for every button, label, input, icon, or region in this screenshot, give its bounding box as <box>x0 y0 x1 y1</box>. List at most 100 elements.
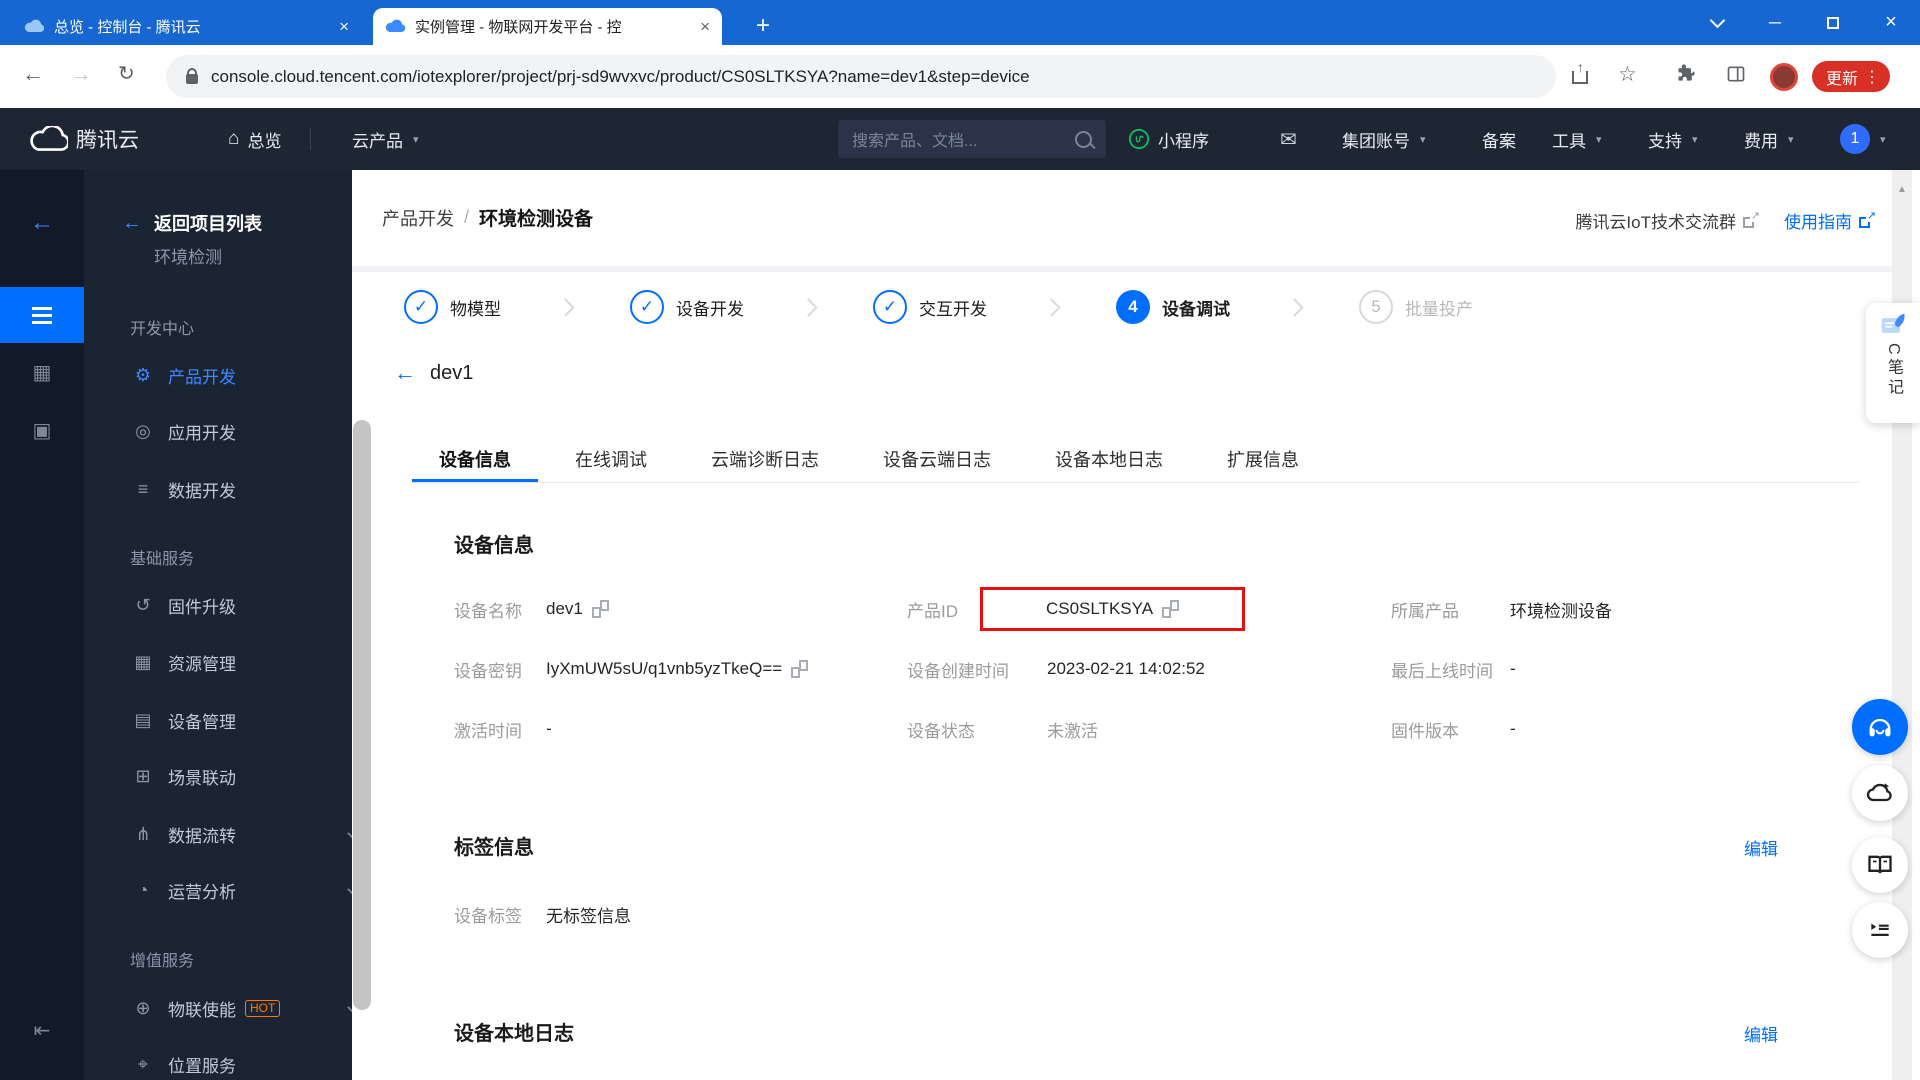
mail-icon: ✉ <box>1280 128 1297 151</box>
minimize-icon[interactable]: ─ <box>1746 0 1804 45</box>
tab-cloud-diagnosis-log[interactable]: 云端诊断日志 <box>684 438 846 482</box>
sidebar-item-device-mgmt[interactable]: ▤ 设备管理 <box>84 707 398 733</box>
reload-icon[interactable]: ↻ <box>118 61 135 86</box>
support-button[interactable] <box>1852 699 1908 755</box>
breadcrumb-parent[interactable]: 产品开发 <box>382 205 454 231</box>
copy-icon[interactable] <box>791 660 809 678</box>
guide-link[interactable]: 使用指南 <box>1784 208 1876 233</box>
changelog-button[interactable] <box>1852 902 1908 958</box>
copy-icon[interactable] <box>591 600 609 618</box>
tab-device-info[interactable]: 设备信息 <box>412 438 538 482</box>
account-avatar[interactable]: 1 ▾ <box>1840 108 1886 170</box>
new-tab-button[interactable]: + <box>748 11 778 41</box>
item-label: 位置服务 <box>168 1056 236 1076</box>
step-label: 设备调试 <box>1162 299 1230 319</box>
sidebar-item-data-dev[interactable]: ≡ 数据开发 <box>84 476 398 502</box>
step-batch-production[interactable]: 5 批量投产 <box>1359 290 1473 324</box>
note-widget[interactable]: C笔记 <box>1866 303 1920 423</box>
back-arrow-icon[interactable]: ← <box>394 360 416 386</box>
sidebar-item-ops[interactable]: ◔ 运营分析 <box>84 877 398 903</box>
field-value: IyXmUW5sU/q1vnb5yzTkeQ== <box>546 659 783 678</box>
scrollbar-up-arrow[interactable]: ▲ <box>1892 184 1912 195</box>
console-top-nav: 腾讯云 ⌂ 总览 云产品 ▾ 搜索产品、文档... 小程序 ✉ 集团账号 ▾ 备… <box>0 108 1920 170</box>
update-button[interactable]: 更新 ⋮ <box>1812 61 1891 92</box>
update-label: 更新 <box>1826 70 1859 88</box>
maximize-icon[interactable] <box>1804 0 1862 45</box>
nav-group-account[interactable]: 集团账号 ▾ <box>1342 108 1426 170</box>
project-sidebar: ← 返回项目列表 环境检测 开发中心 ⚙ 产品开发 ◎ 应用开发 ≡ 数据开发 基础服… <box>84 170 360 1080</box>
nav-icp[interactable]: 备案 <box>1482 108 1516 170</box>
step-data-model[interactable]: ✓ 物模型 <box>404 290 501 324</box>
back-icon[interactable]: ← <box>22 61 44 87</box>
sidebar-item-location[interactable]: ⌖ 位置服务 <box>84 1051 398 1077</box>
rail-item-menu-active[interactable] <box>0 287 84 343</box>
cloud-notification-button[interactable] <box>1852 765 1908 821</box>
community-link[interactable]: 腾讯云IoT技术交流群 <box>1575 208 1760 233</box>
browser-tab-overview[interactable]: 总览 - 控制台 - 腾讯云 × <box>12 8 361 45</box>
note-widget-label: C笔记 <box>1885 343 1902 399</box>
globe-icon: ⊕ <box>135 997 151 1018</box>
device-title-row: ← dev1 <box>394 360 473 386</box>
sidebar-item-scene[interactable]: ⊞ 场景联动 <box>84 763 398 789</box>
tencent-cloud-logo[interactable]: 腾讯云 <box>30 108 139 170</box>
address-bar[interactable]: console.cloud.tencent.com/iotexplorer/pr… <box>166 55 1556 98</box>
sidebar-item-app-dev[interactable]: ◎ 应用开发 <box>84 418 398 444</box>
rail-back-arrow-icon[interactable]: ← <box>0 209 84 236</box>
tag-edit-link[interactable]: 编辑 <box>1744 837 1778 863</box>
local-log-edit-link[interactable]: 编辑 <box>1744 1023 1778 1049</box>
nav-billing[interactable]: 费用 ▾ <box>1744 108 1794 170</box>
scene-link-icon: ⊞ <box>135 765 151 786</box>
tab-extended-info[interactable]: 扩展信息 <box>1200 438 1326 482</box>
browser-menu-dots-icon[interactable]: ⋮ <box>1864 67 1880 87</box>
search-input[interactable]: 搜索产品、文档... <box>838 120 1106 158</box>
close-icon[interactable]: × <box>1862 0 1920 45</box>
open-book-icon <box>1868 855 1892 874</box>
step-device-dev[interactable]: ✓ 设备开发 <box>630 290 744 324</box>
nav-mini-program[interactable]: 小程序 <box>1128 108 1209 170</box>
tab-online-debug[interactable]: 在线调试 <box>548 438 674 482</box>
extensions-puzzle-icon[interactable] <box>1676 64 1696 84</box>
field-device-status: 设备状态 未激活 <box>907 717 1391 742</box>
sidebar-item-product-dev[interactable]: ⚙ 产品开发 <box>84 362 398 388</box>
docs-button[interactable] <box>1852 837 1908 893</box>
side-panel-icon[interactable] <box>1726 64 1746 84</box>
nav-tools[interactable]: 工具 ▾ <box>1552 108 1602 170</box>
browser-tab-instance[interactable]: 实例管理 - 物联网开发平台 - 控 × <box>373 8 722 45</box>
tab-close-icon[interactable]: × <box>700 18 710 35</box>
rail-panel-icon[interactable]: ▣ <box>0 417 84 443</box>
nav-mail[interactable]: ✉ <box>1280 108 1297 170</box>
url-text[interactable]: console.cloud.tencent.com/iotexplorer/pr… <box>211 67 1030 87</box>
sidebar-item-data-flow[interactable]: ⋔ 数据流转 <box>84 821 398 847</box>
field-value: - <box>1510 659 1516 678</box>
tab-search-chevron-icon[interactable] <box>1688 0 1746 45</box>
field-value: 未激活 <box>1047 721 1098 741</box>
section-title-label: 设备本地日志 <box>454 1023 574 1045</box>
sidebar-back-label: 返回项目列表 <box>154 214 262 234</box>
scrollbar-thumb[interactable] <box>353 420 371 1010</box>
tab-device-cloud-log[interactable]: 设备云端日志 <box>856 438 1018 482</box>
sidebar-item-iot-enable[interactable]: ⊕ 物联使能 HOT <box>84 995 398 1021</box>
browser-profile-avatar[interactable] <box>1770 63 1798 91</box>
search-icon[interactable] <box>1075 130 1092 148</box>
nav-cloud-products[interactable]: 云产品 ▾ <box>352 108 419 170</box>
field-device-secret: 设备密钥 IyXmUW5sU/q1vnb5yzTkeQ== <box>454 657 907 682</box>
sidebar-back-to-projects[interactable]: ← 返回项目列表 <box>84 210 390 236</box>
rail-grid-icon[interactable]: ▦ <box>0 359 84 385</box>
device-tabs: 设备信息 在线调试 云端诊断日志 设备云端日志 设备本地日志 扩展信息 <box>412 438 1859 483</box>
tencent-cloud-favicon <box>385 19 405 33</box>
copy-icon[interactable] <box>1162 600 1180 618</box>
tab-close-icon[interactable]: × <box>339 18 349 35</box>
nav-support[interactable]: 支持 ▾ <box>1648 108 1698 170</box>
nav-overview[interactable]: ⌂ 总览 <box>228 108 281 170</box>
step-interaction-dev[interactable]: ✓ 交互开发 <box>873 290 987 324</box>
sidebar-item-resource[interactable]: ▦ 资源管理 <box>84 649 398 675</box>
field-value: dev1 <box>546 599 583 618</box>
share-icon[interactable] <box>1572 59 1588 84</box>
sidebar-item-firmware[interactable]: ↺ 固件升级 <box>84 592 398 618</box>
tab-device-local-log[interactable]: 设备本地日志 <box>1028 438 1190 482</box>
changelog-icon <box>1871 923 1889 936</box>
step-device-debug[interactable]: 4 设备调试 <box>1116 290 1230 324</box>
cloud-bell-icon <box>1866 783 1892 802</box>
bookmark-star-icon[interactable]: ☆ <box>1618 62 1637 87</box>
rail-collapse-icon[interactable]: ⇤ <box>0 1017 84 1043</box>
